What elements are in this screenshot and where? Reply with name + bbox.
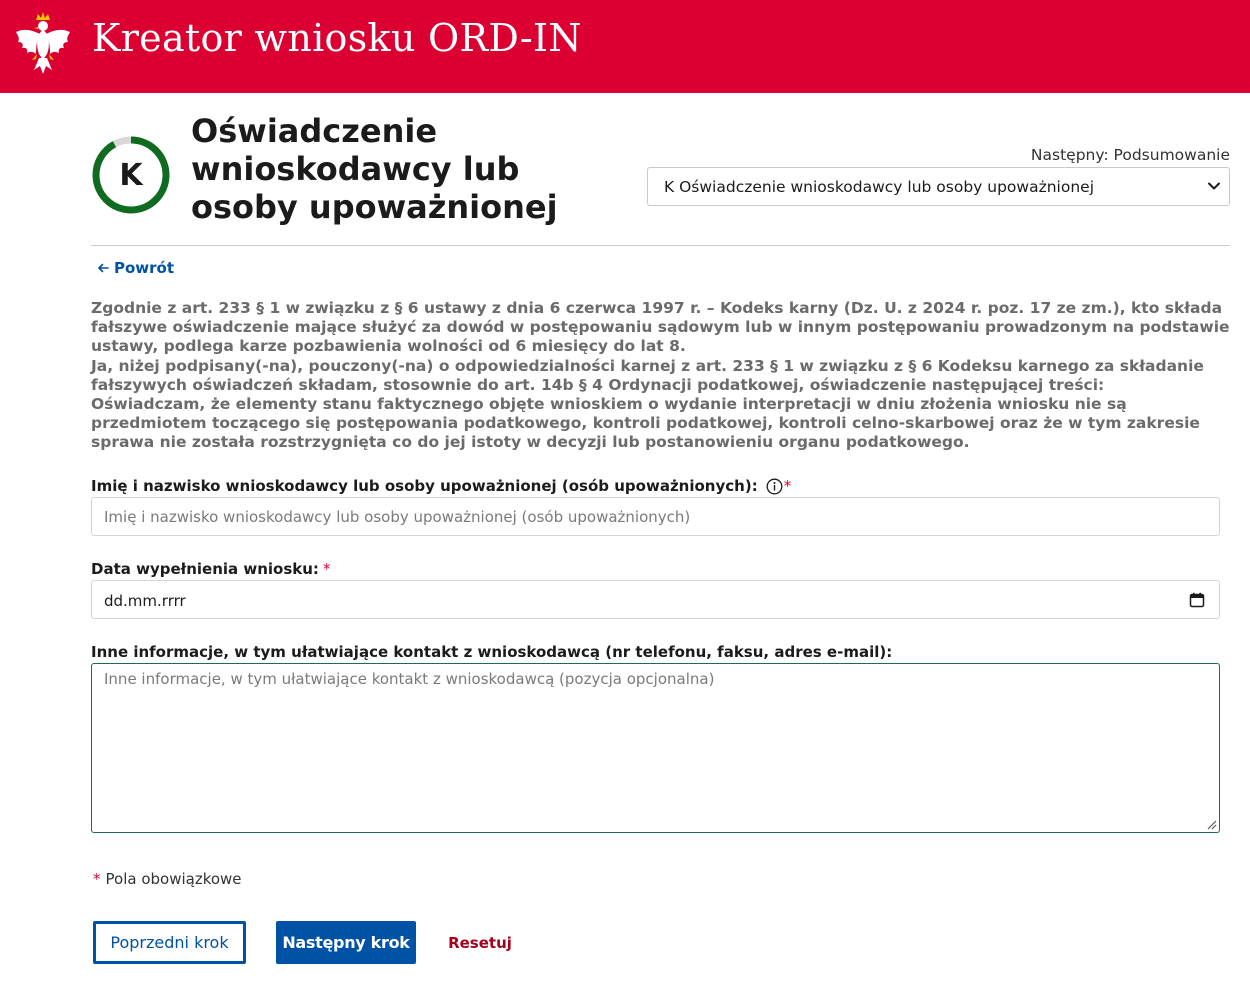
app-header: Kreator wniosku ORD-IN: [0, 0, 1250, 93]
chevron-down-icon: [1208, 182, 1220, 190]
other-info-field-label: Inne informacje, w tym ułatwiające konta…: [91, 643, 892, 661]
step-select-dropdown[interactable]: K Oświadczenie wnioskodawcy lub osoby up…: [647, 167, 1230, 206]
legal-paragraph-2: Ja, niżej podpisany(-na), pouczony(-na) …: [91, 356, 1204, 394]
step-select-value: K Oświadczenie wnioskodawcy lub osoby up…: [664, 178, 1094, 196]
arrow-left-icon: [98, 263, 109, 273]
required-marker: *: [783, 477, 792, 495]
divider: [91, 245, 1230, 246]
legal-paragraph-3: Oświadczam, że elementy stanu faktyczneg…: [91, 395, 1200, 452]
reset-button[interactable]: Resetuj: [441, 921, 519, 964]
required-fields-note: * Pola obowiązkowe: [93, 870, 242, 888]
required-marker: *: [322, 560, 331, 578]
other-info-field-label-text: Inne informacje, w tym ułatwiające konta…: [91, 643, 893, 661]
date-input-value: dd.mm.rrrr: [104, 592, 186, 610]
resize-grip-icon[interactable]: [1206, 819, 1217, 830]
previous-step-button[interactable]: Poprzedni krok: [93, 921, 246, 964]
info-icon[interactable]: [766, 478, 783, 495]
required-fields-note-text: Pola obowiązkowe: [105, 870, 242, 888]
page-title: Oświadczenie wnioskodawcy lub osoby upow…: [191, 112, 558, 226]
legal-statement: Zgodnie z art. 233 § 1 w związku z § 6 u…: [91, 299, 1230, 453]
back-link-label: Powrót: [114, 259, 175, 277]
app-title: Kreator wniosku ORD-IN: [92, 16, 582, 60]
name-field-label-text: Imię i nazwisko wnioskodawcy lub osoby u…: [91, 477, 758, 495]
next-step-label: Następny: Podsumowanie: [1030, 146, 1230, 164]
date-field-label-text: Data wypełnienia wniosku:: [91, 560, 319, 578]
legal-paragraph-1: Zgodnie z art. 233 § 1 w związku z § 6 u…: [91, 299, 1230, 356]
required-marker: *: [93, 870, 101, 888]
name-field-label: Imię i nazwisko wnioskodawcy lub osoby u…: [91, 477, 791, 495]
name-input[interactable]: [91, 497, 1220, 536]
back-link[interactable]: Powrót: [97, 259, 174, 277]
date-input[interactable]: dd.mm.rrrr: [91, 580, 1220, 619]
step-letter: K: [119, 157, 143, 193]
date-field-label: Data wypełnienia wniosku: *: [91, 560, 330, 578]
next-step-button[interactable]: Następny krok: [276, 921, 416, 964]
other-info-textarea[interactable]: [91, 663, 1220, 833]
calendar-icon[interactable]: [1189, 592, 1205, 608]
polish-eagle-emblem-icon: [16, 12, 70, 74]
